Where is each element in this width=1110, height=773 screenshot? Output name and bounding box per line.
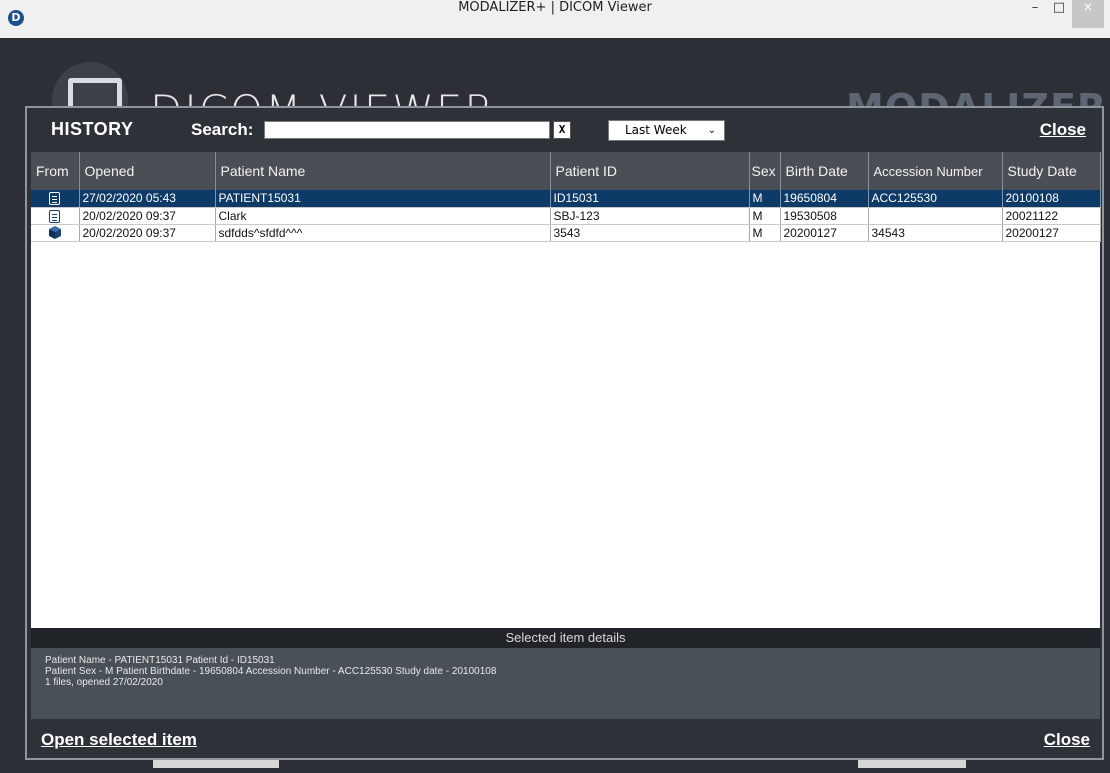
window-titlebar: D MODALIZER+ | DICOM Viewer – □ × — [0, 0, 1110, 39]
details-line: Patient Sex - M Patient Birthdate - 1965… — [45, 666, 497, 677]
table-row[interactable]: 20/02/2020 09:37 sdfdds^sfdfd^^^ 3543 M … — [31, 224, 1101, 242]
chevron-down-icon: ⌄ — [707, 125, 716, 136]
patient-id-cell: ID15031 — [550, 190, 750, 208]
window-title: MODALIZER+ | DICOM Viewer — [458, 0, 652, 15]
sex-cell: M — [749, 190, 781, 208]
accession-cell: 34543 — [868, 224, 1003, 242]
document-icon — [49, 192, 61, 206]
close-dialog-button[interactable]: Close — [1044, 730, 1090, 750]
cube-icon — [48, 226, 61, 240]
study-date-cell: 20100108 — [1002, 190, 1101, 208]
accession-cell: ACC125530 — [868, 190, 1003, 208]
column-header-patient-name[interactable]: Patient Name — [215, 152, 551, 190]
close-history-button[interactable]: Close — [1040, 120, 1086, 140]
period-select-value: Last Week — [625, 123, 687, 137]
column-header-sex[interactable]: Sex — [749, 152, 781, 190]
opened-cell: 20/02/2020 09:37 — [79, 207, 216, 225]
maximize-button[interactable]: □ — [1046, 0, 1072, 28]
from-cell — [31, 207, 80, 225]
patient-id-cell: 3543 — [550, 224, 750, 242]
table-header-row: From Opened Patient Name Patient ID Sex … — [31, 152, 1101, 190]
study-date-cell: 20021122 — [1002, 207, 1101, 225]
details-line: 1 files, opened 27/02/2020 — [45, 677, 163, 688]
details-line: Patient Name - PATIENT15031 Patient Id -… — [45, 655, 275, 666]
period-select[interactable]: Last Week ⌄ — [608, 120, 725, 141]
app-header: DICOM VIEWER MODALIZER+ — [0, 38, 1110, 110]
study-date-cell: 20200127 — [1002, 224, 1101, 242]
search-label: Search: — [191, 120, 254, 139]
details-panel: Patient Name - PATIENT15031 Patient Id -… — [31, 648, 1100, 719]
birth-date-cell: 19530508 — [780, 207, 869, 225]
patient-id-cell: SBJ-123 — [550, 207, 750, 225]
column-header-patient-id[interactable]: Patient ID — [550, 152, 750, 190]
patient-name-cell: PATIENT15031 — [215, 190, 551, 208]
document-icon — [49, 209, 61, 223]
table-row[interactable]: 27/02/2020 05:43 PATIENT15031 ID15031 M … — [31, 190, 1101, 208]
from-cell — [31, 190, 80, 208]
history-dialog: HISTORY Search: X Last Week ⌄ Close From… — [25, 106, 1104, 760]
clear-search-button[interactable]: X — [553, 121, 571, 139]
patient-name-cell: Clark — [215, 207, 551, 225]
minimize-button[interactable]: – — [1022, 0, 1048, 28]
history-table: From Opened Patient Name Patient ID Sex … — [31, 152, 1101, 242]
accession-cell — [868, 207, 1003, 225]
table-row[interactable]: 20/02/2020 09:37 Clark SBJ-123 M 1953050… — [31, 207, 1101, 225]
column-header-opened[interactable]: Opened — [79, 152, 216, 190]
history-title: HISTORY — [51, 119, 134, 139]
from-cell — [31, 224, 80, 242]
column-header-study-date[interactable]: Study Date — [1002, 152, 1101, 190]
search-input[interactable] — [264, 121, 550, 139]
background-button — [153, 760, 279, 768]
sex-cell: M — [749, 207, 781, 225]
opened-cell: 20/02/2020 09:37 — [79, 224, 216, 242]
background-button — [858, 760, 966, 768]
birth-date-cell: 19650804 — [780, 190, 869, 208]
open-selected-item-button[interactable]: Open selected item — [41, 730, 197, 750]
column-header-birth-date[interactable]: Birth Date — [780, 152, 869, 190]
sex-cell: M — [749, 224, 781, 242]
opened-cell: 27/02/2020 05:43 — [79, 190, 216, 208]
column-header-accession-number[interactable]: Accession Number — [868, 152, 1003, 190]
close-window-button[interactable]: × — [1072, 0, 1104, 28]
birth-date-cell: 20200127 — [780, 224, 869, 242]
column-header-from[interactable]: From — [31, 152, 80, 190]
history-table-area: From Opened Patient Name Patient ID Sex … — [31, 152, 1101, 628]
patient-name-cell: sdfdds^sfdfd^^^ — [215, 224, 551, 242]
details-header: Selected item details — [31, 628, 1100, 648]
history-header: HISTORY Search: X Last Week ⌄ Close — [27, 108, 1102, 152]
